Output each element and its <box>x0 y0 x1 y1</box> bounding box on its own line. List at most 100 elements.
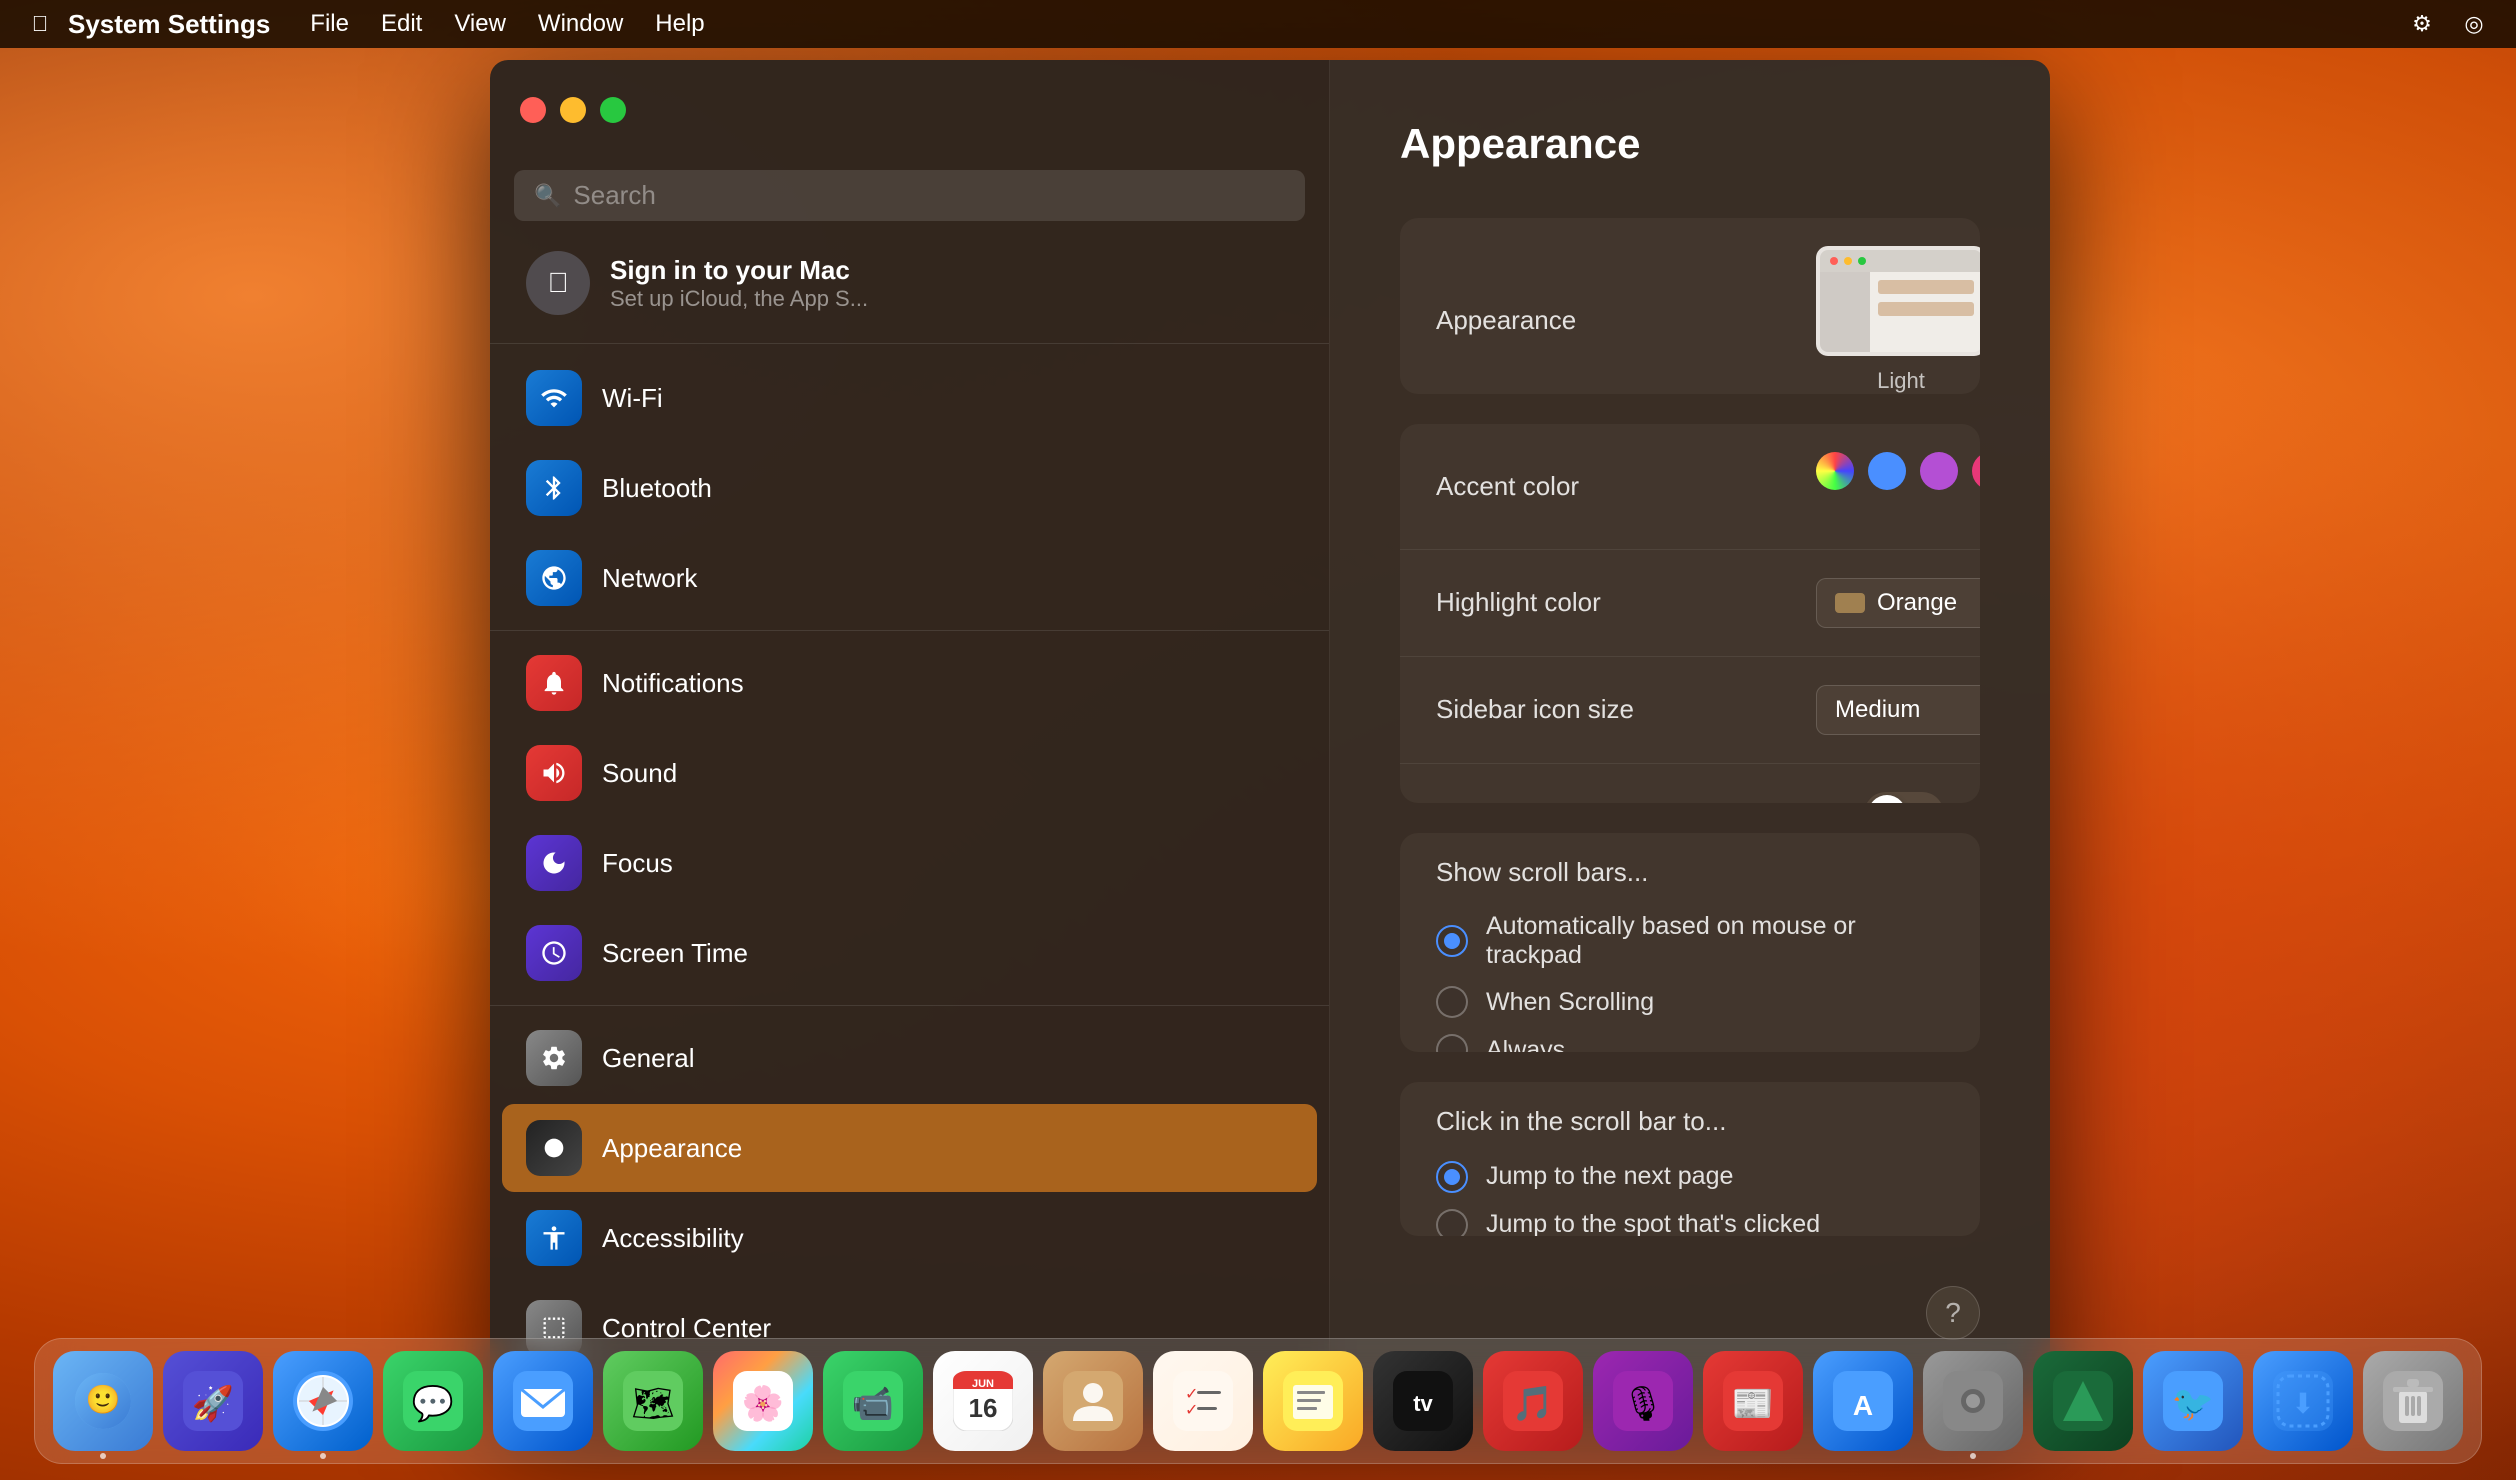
dock-trash[interactable] <box>2363 1351 2463 1451</box>
help-button[interactable]: ? <box>1926 1286 1980 1340</box>
click-scroll-spot-radio <box>1436 1209 1468 1236</box>
traffic-lights <box>520 97 626 123</box>
wallpaper-tinting-control <box>1864 792 1944 803</box>
sidebar-label-wifi: Wi-Fi <box>602 383 663 414</box>
sidebar-scroll[interactable]: Wi-Fi Bluetooth Network <box>490 352 1329 1400</box>
appearance-icon <box>526 1120 582 1176</box>
account-item[interactable]:  Sign in to your Mac Set up iCloud, the… <box>502 235 1317 331</box>
accent-purple[interactable] <box>1920 452 1958 490</box>
click-scroll-spot-label: Jump to the spot that's clicked <box>1486 1210 1820 1236</box>
click-scroll-nextpage-label: Jump to the next page <box>1486 1162 1733 1191</box>
search-box[interactable]: 🔍 <box>514 170 1305 221</box>
accent-multicolor[interactable] <box>1816 452 1854 490</box>
svg-text:📰: 📰 <box>1732 1385 1774 1423</box>
scroll-bars-always[interactable]: Always <box>1436 1034 1944 1051</box>
scroll-bars-section-title: Show scroll bars... <box>1400 833 1980 892</box>
scroll-bars-auto[interactable]: Automatically based on mouse or trackpad <box>1436 912 1944 970</box>
accent-pink[interactable] <box>1972 452 1980 490</box>
sidebar-item-screentime[interactable]: Screen Time <box>502 909 1317 997</box>
highlight-color-row: Highlight color Orange ⌃⌄ <box>1400 550 1980 657</box>
appearance-thumb-light[interactable]: Light <box>1816 246 1980 394</box>
dock-system-settings[interactable] <box>1923 1351 2023 1451</box>
dock-photos[interactable]: 🌸 <box>713 1351 813 1451</box>
dock-calendar[interactable]: JUN16 <box>933 1351 1033 1451</box>
menubar-help[interactable]: Help <box>639 6 720 42</box>
dock-messages[interactable]: 💬 <box>383 1351 483 1451</box>
maximize-button[interactable] <box>600 97 626 123</box>
accent-blue[interactable] <box>1868 452 1906 490</box>
appearance-thumbnail-group: Light <box>1816 246 1980 394</box>
sidebar-item-general[interactable]: General <box>502 1014 1317 1102</box>
wallpaper-tinting-toggle[interactable] <box>1864 792 1944 803</box>
svg-text:🗺: 🗺 <box>631 1385 674 1423</box>
sidebar-divider-1 <box>490 343 1329 344</box>
sidebar-icon-size-value: Medium <box>1835 696 1975 724</box>
sidebar-item-wifi[interactable]: Wi-Fi <box>502 354 1317 442</box>
dock-appletv[interactable]: tv <box>1373 1351 1473 1451</box>
dock-appstore[interactable]: A <box>1813 1351 1913 1451</box>
sidebar: 🔍  Sign in to your Mac Set up iCloud, t… <box>490 60 1330 1400</box>
click-scroll-nextpage[interactable]: Jump to the next page <box>1436 1161 1944 1193</box>
sidebar-item-focus[interactable]: Focus <box>502 819 1317 907</box>
accessibility-icon <box>526 1210 582 1266</box>
svg-text:🌸: 🌸 <box>742 1384 784 1423</box>
dock-contacts[interactable] <box>1043 1351 1143 1451</box>
click-scroll-spot[interactable]: Jump to the spot that's clicked <box>1436 1209 1944 1236</box>
dock-mail[interactable] <box>493 1351 593 1451</box>
dock-facetime[interactable]: 📹 <box>823 1351 923 1451</box>
color-settings-card: Accent color <box>1400 424 1980 803</box>
scroll-bars-auto-radio <box>1436 925 1468 957</box>
siri-icon[interactable]: ◎ <box>2456 6 2492 42</box>
svg-text:JUN: JUN <box>972 1378 994 1390</box>
svg-text:🎵: 🎵 <box>1512 1385 1554 1423</box>
dock-notes[interactable] <box>1263 1351 1363 1451</box>
search-input[interactable] <box>573 180 1285 211</box>
click-scroll-nextpage-radio <box>1436 1161 1468 1193</box>
menubar-view[interactable]: View <box>438 6 522 42</box>
wifi-icon <box>526 370 582 426</box>
sidebar-item-appearance[interactable]: Appearance <box>502 1104 1317 1192</box>
dock-maps[interactable]: 🗺 <box>603 1351 703 1451</box>
sidebar-item-sound[interactable]: Sound <box>502 729 1317 817</box>
light-preview <box>1816 246 1980 356</box>
scroll-bars-auto-label: Automatically based on mouse or trackpad <box>1486 912 1944 970</box>
dock-downloads[interactable]: ⬇ <box>2253 1351 2353 1451</box>
account-subtitle: Set up iCloud, the App S... <box>610 286 868 312</box>
control-strip-icon[interactable]: ⚙ <box>2404 6 2440 42</box>
network-icon <box>526 550 582 606</box>
scroll-bars-scrolling[interactable]: When Scrolling <box>1436 986 1944 1018</box>
sidebar-label-screentime: Screen Time <box>602 938 748 969</box>
sidebar-item-network[interactable]: Network <box>502 534 1317 622</box>
dock-podcasts[interactable]: 🎙 <box>1593 1351 1693 1451</box>
dock-tweetbot[interactable]: 🐦 <box>2143 1351 2243 1451</box>
dock-altool[interactable] <box>2033 1351 2133 1451</box>
dock-safari[interactable] <box>273 1351 373 1451</box>
window-controls <box>490 60 1329 160</box>
dock-launchpad[interactable]: 🚀 <box>163 1351 263 1451</box>
dock-reminders[interactable]: ✓✓ <box>1153 1351 1253 1451</box>
accent-color-control: Orange <box>1816 452 1980 521</box>
highlight-value: Orange <box>1877 589 1975 617</box>
highlight-color-dropdown[interactable]: Orange ⌃⌄ <box>1816 578 1980 628</box>
apple-menu[interactable]:  <box>24 8 56 40</box>
sidebar-item-notifications[interactable]: Notifications <box>502 639 1317 727</box>
close-button[interactable] <box>520 97 546 123</box>
search-icon: 🔍 <box>534 183 561 209</box>
dock-music[interactable]: 🎵 <box>1483 1351 1583 1451</box>
highlight-swatch <box>1835 593 1865 613</box>
sidebar-item-bluetooth[interactable]: Bluetooth <box>502 444 1317 532</box>
dock: 🙂 🚀 💬 🗺 🌸 📹 JUN16 ✓✓ tv 🎵 🎙 <box>34 1338 2482 1464</box>
minimize-button[interactable] <box>560 97 586 123</box>
account-info: Sign in to your Mac Set up iCloud, the A… <box>610 255 868 312</box>
menubar-file[interactable]: File <box>294 6 365 42</box>
svg-text:🚀: 🚀 <box>192 1384 234 1423</box>
sidebar-icon-size-dropdown[interactable]: Medium ⌃⌄ <box>1816 685 1980 735</box>
menubar-edit[interactable]: Edit <box>365 6 438 42</box>
dock-news[interactable]: 📰 <box>1703 1351 1803 1451</box>
svg-text:⬇: ⬇ <box>2291 1388 2314 1419</box>
sidebar-item-accessibility[interactable]: Accessibility <box>502 1194 1317 1282</box>
dock-finder[interactable]: 🙂 <box>53 1351 153 1451</box>
menubar-window[interactable]: Window <box>522 6 639 42</box>
menubar:  System Settings File Edit View Window … <box>0 0 2516 48</box>
appearance-mode-row: Appearance <box>1400 218 1980 394</box>
